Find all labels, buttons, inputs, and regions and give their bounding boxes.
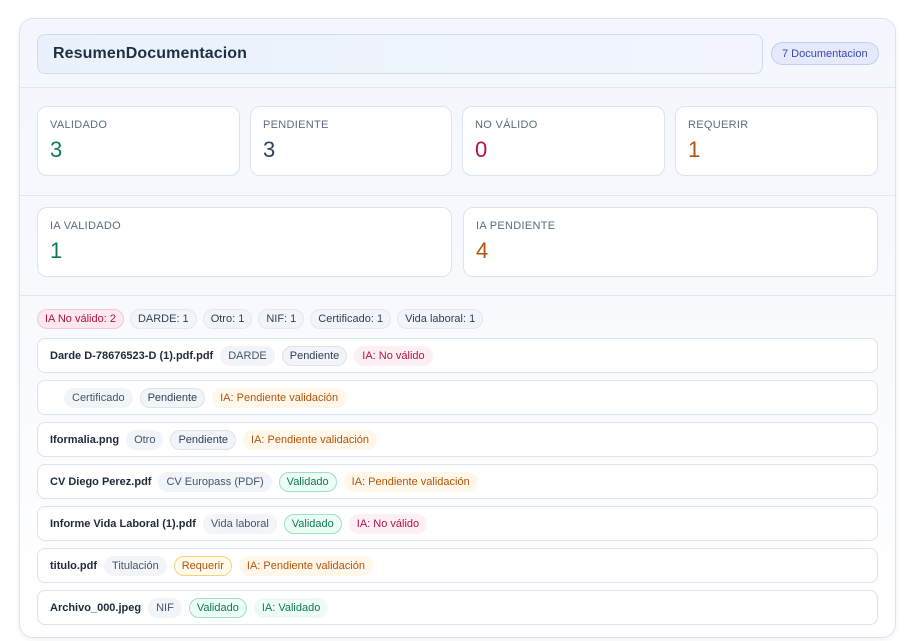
stat-value: 3 — [263, 137, 276, 162]
status-badge: Pendiente — [281, 345, 348, 366]
stat-card-validado: VALIDADO 3 — [37, 106, 240, 176]
document-type-tag: CV Europass (PDF) — [158, 471, 272, 492]
ia-status-badge: IA: Pendiente validación — [238, 555, 373, 576]
status-badge: Validado — [278, 471, 337, 492]
stat-value: 4 — [476, 238, 489, 263]
status-badge: Validado — [283, 513, 342, 534]
document-name: Archivo_000.jpeg — [50, 601, 142, 614]
ia-status-badge: IA: No válido — [354, 345, 433, 366]
stat-value: 3 — [50, 137, 63, 162]
summary-chips: IA No válido: 2 DARDE: 1 Otro: 1 NIF: 1 … — [37, 308, 878, 330]
page-title: ResumenDocumentacion — [53, 45, 248, 62]
stat-value: 1 — [50, 238, 63, 263]
summary-chip: Otro: 1 — [202, 309, 253, 329]
document-type-tag: NIF — [148, 597, 182, 618]
ia-status-badge: IA: Pendiente validación — [243, 429, 378, 450]
summary-chip: Vida laboral: 1 — [397, 309, 484, 329]
stat-label: IA PENDIENTE — [476, 220, 556, 232]
ia-status-badge: IA: Validado — [253, 597, 329, 618]
ia-status-badge: IA: No válido — [348, 513, 428, 534]
ia-stats: IA VALIDADO 1 IA PENDIENTE 4 — [20, 196, 895, 296]
document-row[interactable]: CV Diego Perez.pdf CV Europass (PDF) Val… — [37, 464, 878, 499]
stat-card-ia-pendiente: IA PENDIENTE 4 — [463, 207, 878, 277]
summary-chip: DARDE: 1 — [129, 309, 197, 329]
document-row[interactable]: Darde D-78676523-D (1).pdf.pdf DARDE Pen… — [37, 338, 878, 373]
status-badge: Pendiente — [170, 429, 237, 450]
status-badge: Validado — [188, 597, 247, 618]
document-type-tag: Otro — [126, 429, 164, 450]
title-box: ResumenDocumentacion — [37, 34, 763, 74]
document-type-tag: Vida laboral — [202, 513, 277, 534]
document-type-tag: Titulación — [104, 555, 167, 576]
ia-status-badge: IA: Pendiente validación — [212, 387, 347, 408]
stat-label: VALIDADO — [50, 119, 108, 131]
document-type-tag: DARDE — [220, 345, 275, 366]
summary-chip: IA No válido: 2 — [37, 309, 124, 329]
document-row[interactable]: Iformalia.png Otro Pendiente IA: Pendien… — [37, 422, 878, 457]
document-row[interactable]: Archivo_000.jpeg NIF Validado IA: Valida… — [37, 590, 878, 625]
status-stats: VALIDADO 3 PENDIENTE 3 NO VÁLIDO 0 REQUE… — [20, 88, 895, 196]
document-list: IA No válido: 2 DARDE: 1 Otro: 1 NIF: 1 … — [20, 296, 895, 625]
documentation-summary-panel: ResumenDocumentacion 7 Documentacion VAL… — [19, 18, 896, 638]
summary-chip: NIF: 1 — [258, 309, 305, 329]
ia-status-badge: IA: Pendiente validación — [343, 471, 478, 492]
status-badge: Pendiente — [139, 387, 206, 408]
stat-label: IA VALIDADO — [50, 220, 121, 232]
stat-card-pendiente: PENDIENTE 3 — [250, 106, 452, 176]
document-row[interactable]: titulo.pdf Titulación Requerir IA: Pendi… — [37, 548, 878, 583]
document-row[interactable]: Certificado Pendiente IA: Pendiente vali… — [37, 380, 878, 415]
stat-card-no-valido: NO VÁLIDO 0 — [462, 106, 665, 176]
stat-value: 1 — [688, 137, 701, 162]
stat-value: 0 — [475, 137, 488, 162]
document-name: titulo.pdf — [50, 559, 98, 572]
document-name: Informe Vida Laboral (1).pdf — [50, 517, 196, 530]
summary-chip: Certificado: 1 — [310, 309, 392, 329]
document-name: Darde D-78676523-D (1).pdf.pdf — [50, 349, 214, 362]
document-count-badge: 7 Documentacion — [771, 42, 879, 65]
stat-label: NO VÁLIDO — [475, 119, 538, 131]
document-name: Iformalia.png — [50, 433, 120, 446]
document-name: CV Diego Perez.pdf — [50, 475, 152, 488]
stat-label: REQUERIR — [688, 119, 749, 131]
status-badge: Requerir — [173, 555, 232, 576]
document-row[interactable]: Informe Vida Laboral (1).pdf Vida labora… — [37, 506, 878, 541]
document-type-tag: Certificado — [64, 387, 133, 408]
stat-label: PENDIENTE — [263, 119, 329, 131]
stat-card-ia-validado: IA VALIDADO 1 — [37, 207, 452, 277]
stat-card-requerir: REQUERIR 1 — [675, 106, 878, 176]
panel-header: ResumenDocumentacion 7 Documentacion — [20, 19, 895, 88]
